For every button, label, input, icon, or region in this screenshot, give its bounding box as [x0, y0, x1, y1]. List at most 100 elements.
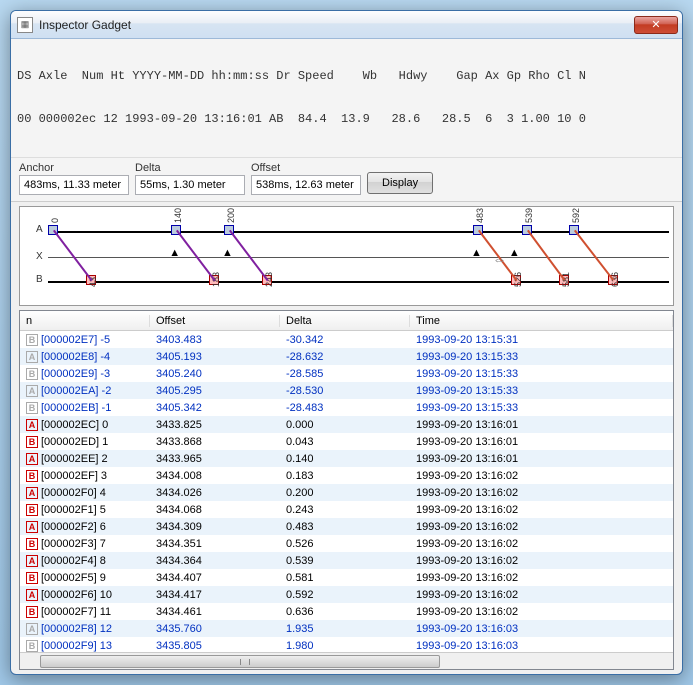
table-row[interactable]: A[000002F8] 123435.7601.9351993-09-20 13…	[20, 620, 673, 637]
table-row[interactable]: B[000002F7] 113434.4610.6361993-09-20 13…	[20, 603, 673, 620]
table-row[interactable]: B[000002ED] 13433.8680.0431993-09-20 13:…	[20, 433, 673, 450]
row-badge-icon: A	[26, 521, 38, 533]
row-offset: 3434.008	[150, 470, 280, 482]
table-row[interactable]: B[000002EB] -13405.342-28.4831993-09-20 …	[20, 399, 673, 416]
row-offset: 3433.868	[150, 436, 280, 448]
row-id: [000002F8] 12	[41, 623, 112, 635]
row-time: 1993-09-20 13:16:01	[410, 436, 673, 448]
table-row[interactable]: B[000002F9] 133435.8051.9801993-09-20 13…	[20, 637, 673, 652]
row-time: 1993-09-20 13:16:02	[410, 589, 673, 601]
table-row[interactable]: A[000002EE] 23433.9650.1401993-09-20 13:…	[20, 450, 673, 467]
row-delta: 1.980	[280, 640, 410, 652]
table-row[interactable]: A[000002F4] 83434.3640.5391993-09-20 13:…	[20, 552, 673, 569]
table-row[interactable]: B[000002EF] 33434.0080.1831993-09-20 13:…	[20, 467, 673, 484]
row-id: [000002ED] 1	[41, 436, 108, 448]
row-badge-icon: A	[26, 453, 38, 465]
row-id: [000002E9] -3	[41, 368, 110, 380]
col-offset[interactable]: Offset	[150, 315, 280, 327]
offset-group: Offset	[251, 162, 361, 195]
table-row[interactable]: A[000002EC] 03433.8250.0001993-09-20 13:…	[20, 416, 673, 433]
delta-group: Delta	[135, 162, 245, 195]
row-time: 1993-09-20 13:16:02	[410, 521, 673, 533]
table-row[interactable]: A[000002EA] -23405.295-28.5301993-09-20 …	[20, 382, 673, 399]
row-badge-icon: B	[26, 606, 38, 618]
table-row[interactable]: B[000002E7] -53403.483-30.3421993-09-20 …	[20, 331, 673, 348]
line-b	[48, 281, 669, 283]
row-time: 1993-09-20 13:16:02	[410, 555, 673, 567]
data-table: n Offset Delta Time B[000002E7] -53403.4…	[19, 310, 674, 670]
header-labels: DS Axle Num Ht YYYY-MM-DD hh:mm:ss Dr Sp…	[17, 69, 676, 84]
row-badge-icon: A	[26, 555, 38, 567]
data-header: DS Axle Num Ht YYYY-MM-DD hh:mm:ss Dr Sp…	[11, 39, 682, 158]
row-offset: 3434.026	[150, 487, 280, 499]
row-delta: 0.592	[280, 589, 410, 601]
horizontal-scrollbar[interactable]	[20, 652, 673, 669]
resize-handle-icon[interactable]: ⇔	[492, 251, 506, 267]
axle-link	[53, 230, 92, 281]
row-time: 1993-09-20 13:16:02	[410, 504, 673, 516]
row-id: [000002F1] 5	[41, 504, 106, 516]
col-time[interactable]: Time	[410, 315, 673, 327]
offset-input[interactable]	[251, 175, 361, 195]
row-id: [000002F4] 8	[41, 555, 106, 567]
row-time: 1993-09-20 13:15:33	[410, 351, 673, 363]
row-offset: 3434.407	[150, 572, 280, 584]
row-badge-icon: B	[26, 504, 38, 516]
anchor-input[interactable]	[19, 175, 129, 195]
arrow-icon: ▲	[222, 247, 233, 259]
table-row[interactable]: B[000002E9] -33405.240-28.5851993-09-20 …	[20, 365, 673, 382]
row-offset: 3434.461	[150, 606, 280, 618]
row-id: [000002F5] 9	[41, 572, 106, 584]
table-row[interactable]: B[000002F1] 53434.0680.2431993-09-20 13:…	[20, 501, 673, 518]
col-delta[interactable]: Delta	[280, 315, 410, 327]
table-body[interactable]: B[000002E7] -53403.483-30.3421993-09-20 …	[20, 331, 673, 652]
row-delta: -28.483	[280, 402, 410, 414]
row-id: [000002EF] 3	[41, 470, 107, 482]
row-time: 1993-09-20 13:15:31	[410, 334, 673, 346]
row-time: 1993-09-20 13:16:03	[410, 623, 673, 635]
axis-label-a: A	[36, 224, 43, 235]
scrollbar-thumb[interactable]	[40, 655, 440, 668]
axle-diagram[interactable]: A X B 014020048353959243183243526581636▲…	[19, 206, 674, 306]
row-time: 1993-09-20 13:16:02	[410, 470, 673, 482]
row-time: 1993-09-20 13:16:02	[410, 538, 673, 550]
row-delta: 0.526	[280, 538, 410, 550]
display-button[interactable]: Display	[367, 172, 433, 194]
row-badge-icon: A	[26, 419, 38, 431]
row-id: [000002F9] 13	[41, 640, 112, 652]
row-delta: 0.000	[280, 419, 410, 431]
row-time: 1993-09-20 13:15:33	[410, 368, 673, 380]
delta-input[interactable]	[135, 175, 245, 195]
table-row[interactable]: A[000002F0] 43434.0260.2001993-09-20 13:…	[20, 484, 673, 501]
row-offset: 3435.760	[150, 623, 280, 635]
row-id: [000002F3] 7	[41, 538, 106, 550]
row-badge-icon: B	[26, 470, 38, 482]
axle-link	[229, 230, 268, 281]
row-id: [000002EC] 0	[41, 419, 108, 431]
table-row[interactable]: A[000002E8] -43405.193-28.6321993-09-20 …	[20, 348, 673, 365]
close-button[interactable]: ✕	[634, 16, 678, 34]
col-n[interactable]: n	[20, 315, 150, 327]
row-time: 1993-09-20 13:16:01	[410, 419, 673, 431]
row-time: 1993-09-20 13:15:33	[410, 402, 673, 414]
row-delta: -28.585	[280, 368, 410, 380]
app-icon: ▦	[17, 17, 33, 33]
row-badge-icon: A	[26, 487, 38, 499]
titlebar[interactable]: ▦ Inspector Gadget ✕	[11, 11, 682, 39]
table-row[interactable]: A[000002F2] 63434.3090.4831993-09-20 13:…	[20, 518, 673, 535]
row-delta: 0.200	[280, 487, 410, 499]
delta-label: Delta	[135, 162, 245, 174]
row-delta: 0.243	[280, 504, 410, 516]
table-row[interactable]: A[000002F6] 103434.4170.5921993-09-20 13…	[20, 586, 673, 603]
row-delta: 0.581	[280, 572, 410, 584]
row-offset: 3405.295	[150, 385, 280, 397]
table-row[interactable]: B[000002F3] 73434.3510.5261993-09-20 13:…	[20, 535, 673, 552]
row-badge-icon: B	[26, 640, 38, 652]
offset-label: Offset	[251, 162, 361, 174]
table-row[interactable]: B[000002F5] 93434.4070.5811993-09-20 13:…	[20, 569, 673, 586]
row-badge-icon: B	[26, 538, 38, 550]
row-offset: 3405.342	[150, 402, 280, 414]
row-delta: 0.483	[280, 521, 410, 533]
row-delta: -30.342	[280, 334, 410, 346]
window-title: Inspector Gadget	[39, 18, 634, 32]
